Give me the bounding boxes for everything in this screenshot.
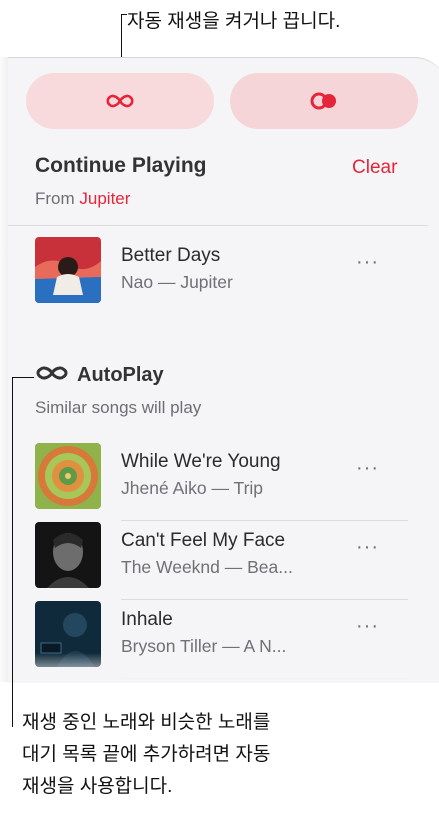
- callout-leader-tick: [12, 377, 34, 378]
- album-art: [35, 237, 101, 303]
- repeat-circles-icon: [308, 91, 340, 111]
- infinity-icon: [105, 93, 135, 109]
- panel-fade: [8, 653, 439, 683]
- song-subtitle: Jhené Aiko — Trip: [121, 478, 264, 498]
- song-title: Can't Feel My Face: [121, 530, 286, 551]
- song-title: Inhale: [121, 609, 173, 630]
- playing-next-panel: Continue Playing Clear From Jupiter Bett…: [8, 57, 439, 683]
- album-art: [35, 443, 101, 509]
- queue-row[interactable]: Better Days Nao — Jupiter ···: [8, 237, 428, 315]
- song-title: Better Days: [121, 245, 221, 266]
- row-divider: [121, 520, 408, 521]
- song-subtitle: The Weeknd — Bea...: [121, 557, 293, 577]
- autoplay-heading: AutoPlay: [35, 364, 164, 387]
- more-options-button[interactable]: ···: [356, 536, 379, 559]
- callout-line: 대기 목록 끝에 추가하려면 자동: [22, 744, 271, 765]
- queue-row[interactable]: Can't Feel My Face The Weeknd — Bea... ·…: [8, 522, 428, 600]
- section-divider: [8, 225, 428, 226]
- repeat-button[interactable]: [230, 73, 418, 129]
- album-art: [35, 522, 101, 588]
- callout-line: 재생을 사용합니다.: [22, 776, 173, 797]
- callout-leader-line: [12, 377, 13, 727]
- more-options-button[interactable]: ···: [356, 457, 379, 480]
- clear-button[interactable]: Clear: [352, 157, 397, 179]
- callout-leader-tick: [121, 14, 127, 15]
- source-line: From Jupiter: [35, 189, 130, 209]
- source-prefix: From: [35, 189, 80, 208]
- infinity-icon: [35, 365, 69, 386]
- song-title: While We're Young: [121, 451, 281, 472]
- autoplay-button[interactable]: [26, 73, 214, 129]
- autoplay-title: AutoPlay: [77, 364, 164, 386]
- source-album-link[interactable]: Jupiter: [79, 189, 130, 208]
- more-options-button[interactable]: ···: [356, 615, 379, 638]
- autoplay-subtitle: Similar songs will play: [35, 398, 202, 417]
- row-divider: [121, 599, 408, 600]
- queue-row[interactable]: While We're Young Jhené Aiko — Trip ···: [8, 443, 428, 521]
- continue-playing-heading: Continue Playing: [35, 154, 207, 177]
- more-options-button[interactable]: ···: [356, 251, 379, 274]
- callout-autoplay-description: 재생 중인 노래와 비슷한 노래를 대기 목록 끝에 추가하려면 자동 재생을 …: [22, 707, 402, 803]
- song-subtitle: Nao — Jupiter: [121, 272, 233, 292]
- callout-line: 재생 중인 노래와 비슷한 노래를: [22, 712, 271, 733]
- callout-autoplay-toggle: 자동 재생을 켜거나 끕니다.: [127, 11, 341, 32]
